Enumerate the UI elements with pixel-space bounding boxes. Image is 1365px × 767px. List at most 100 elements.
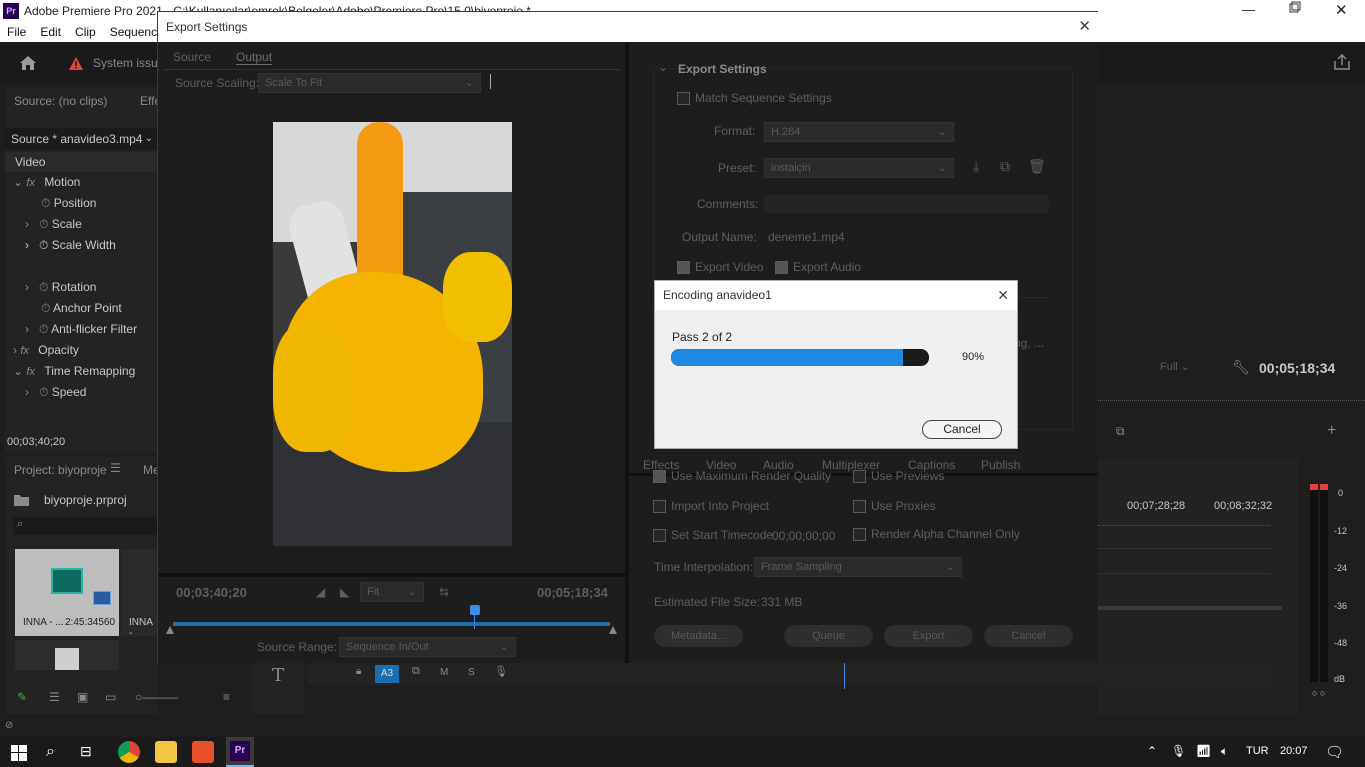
tray-chevron-icon[interactable]: ⌃ <box>1147 744 1157 758</box>
comments-input[interactable] <box>764 195 1049 213</box>
import-project-checkbox[interactable]: Import Into Project <box>653 499 769 514</box>
effect-anchor-point[interactable]: ⏱ Anchor Point <box>5 298 157 319</box>
format-select[interactable]: H.264 ⌄ <box>764 122 954 142</box>
volume-icon[interactable]: 🔈︎ <box>1221 744 1228 759</box>
stopwatch-icon[interactable]: ⏱ <box>39 238 48 252</box>
project-search-input[interactable]: ⌕ <box>13 517 157 535</box>
restore-button[interactable] <box>1289 1 1303 15</box>
tab-source[interactable]: Source <box>173 50 211 64</box>
wifi-icon[interactable]: 📶︎ <box>1196 744 1211 758</box>
system-issue-text[interactable]: System issue <box>93 56 164 70</box>
menu-clip[interactable]: Clip <box>75 25 96 39</box>
use-previews-checkbox[interactable]: Use Previews <box>853 469 944 484</box>
menu-edit[interactable]: Edit <box>40 25 61 39</box>
out-point-marker[interactable] <box>609 626 617 634</box>
task-view-icon[interactable]: ⊟ <box>80 743 92 760</box>
stopwatch-icon[interactable]: ⏱ <box>41 301 50 315</box>
minimize-button[interactable]: — <box>1242 2 1258 17</box>
output-name-link[interactable]: deneme1.mp4 <box>768 230 845 244</box>
type-tool-icon[interactable]: T <box>272 665 284 686</box>
encoding-cancel-button[interactable]: Cancel <box>922 420 1002 439</box>
effect-anti-flicker[interactable]: › ⏱ Anti-flicker Filter <box>5 319 157 340</box>
metadata-button[interactable]: Metadata... <box>654 625 743 647</box>
effect-scale-width[interactable]: › ⏱ Scale Width <box>5 235 157 256</box>
chrome-icon[interactable] <box>118 741 140 763</box>
max-render-checkbox[interactable]: Use Maximum Render Quality <box>653 469 831 484</box>
tab-source[interactable]: Source: (no clips) <box>14 94 107 108</box>
list-view-icon[interactable]: ☰ <box>49 690 60 704</box>
effect-opacity[interactable]: › fx Opacity <box>5 340 157 361</box>
solo-button[interactable]: S <box>468 667 475 678</box>
export-frame-icon[interactable]: ⧉ <box>1116 424 1125 439</box>
aspect-toggle-icon[interactable]: ⇆ <box>439 585 449 599</box>
zoom-slider[interactable]: ○——— <box>135 690 178 704</box>
import-preset-icon[interactable]: ⧉ <box>1000 158 1010 175</box>
preview-playhead[interactable] <box>469 605 480 629</box>
language-indicator[interactable]: TUR <box>1246 745 1269 757</box>
lock-icon[interactable]: 🔒︎ <box>356 666 361 677</box>
menu-sequence[interactable]: Sequence <box>110 25 164 39</box>
playhead-handle[interactable] <box>469 605 480 615</box>
source-select[interactable]: Source * anavideo3.mp4 ⌄ <box>5 128 157 150</box>
track-target-a3[interactable]: A3 <box>375 665 399 683</box>
scrub-bar[interactable] <box>173 622 610 626</box>
in-point-marker[interactable] <box>166 626 174 634</box>
effect-timecode[interactable]: 00;03;40;20 <box>7 436 65 448</box>
source-range-select[interactable]: Sequence In/Out ⌄ <box>339 637 516 657</box>
set-out-icon[interactable]: ◣ <box>340 585 349 599</box>
preview-timecode-left[interactable]: 00;03;40;20 <box>176 585 247 600</box>
export-video-checkbox[interactable]: Export Video <box>677 260 764 275</box>
alpha-only-checkbox[interactable]: Render Alpha Channel Only <box>853 527 1020 542</box>
pencil-icon[interactable]: ✎ <box>17 690 27 704</box>
match-sequence-checkbox[interactable]: Match Sequence Settings <box>677 91 832 106</box>
export-button[interactable]: Export <box>884 625 973 647</box>
add-button-icon[interactable]: + <box>1327 422 1336 440</box>
home-icon[interactable] <box>19 55 37 74</box>
clip-thumbnail-3[interactable] <box>15 640 119 670</box>
close-icon[interactable]: ✕ <box>1078 12 1091 42</box>
collapse-chevron-icon[interactable]: ⌄ <box>658 60 668 74</box>
stopwatch-icon[interactable]: ⏱ <box>41 196 50 210</box>
stopwatch-icon[interactable]: ⏱ <box>39 280 48 294</box>
timeline-playhead[interactable] <box>844 663 845 689</box>
stopwatch-icon[interactable]: ⏱ <box>39 217 48 231</box>
search-icon[interactable]: ⌕ <box>46 743 55 761</box>
program-timecode[interactable]: 00;05;18;34 <box>1259 360 1335 376</box>
effect-speed[interactable]: › ⏱ Speed <box>5 382 157 403</box>
tab-project[interactable]: Project: biyoproje <box>14 463 107 477</box>
close-window-button[interactable]: ✕ <box>1335 1 1348 19</box>
queue-button[interactable]: Queue <box>784 625 873 647</box>
menu-file[interactable]: File <box>7 25 26 39</box>
effect-scale[interactable]: › ⏱ Scale <box>5 214 157 235</box>
share-icon[interactable] <box>1334 53 1350 73</box>
premiere-taskbar-icon[interactable]: Pr <box>226 737 254 767</box>
microphone-tray-icon[interactable]: 🎙︎ <box>1171 744 1186 758</box>
source-scaling-select[interactable]: Scale To Fit ⌄ <box>258 73 481 93</box>
notifications-icon[interactable]: 🗨︎ <box>1325 743 1344 761</box>
stopwatch-icon[interactable]: ⏱ <box>39 385 48 399</box>
use-proxies-checkbox[interactable]: Use Proxies <box>853 499 936 514</box>
toggle-sync-icon[interactable]: ⧉ <box>412 665 420 678</box>
clock[interactable]: 20:07 <box>1280 745 1308 757</box>
effect-time-remapping[interactable]: ⌄ fx Time Remapping <box>5 361 157 382</box>
wrench-icon[interactable]: 🔧︎ <box>1232 359 1250 376</box>
fit-select[interactable]: Fit ⌄ <box>360 582 424 602</box>
sort-icon[interactable]: ≡ <box>223 690 230 704</box>
close-icon[interactable]: ✕ <box>997 281 1009 310</box>
effect-motion[interactable]: ⌄ fx Motion <box>5 172 157 193</box>
delete-preset-icon[interactable]: 🗑︎ <box>1028 158 1046 175</box>
freeform-view-icon[interactable]: ▭ <box>105 690 116 704</box>
tab-publish[interactable]: Publish <box>981 458 1020 472</box>
windows-start-icon[interactable] <box>11 745 27 764</box>
preset-select[interactable]: instaiçin ⌄ <box>764 158 954 178</box>
mute-button[interactable]: M <box>440 667 448 678</box>
timeline-scrollbar[interactable] <box>1098 606 1282 610</box>
quality-select[interactable]: Full ⌄ <box>1154 358 1218 378</box>
office-icon[interactable] <box>192 741 214 763</box>
effect-rotation[interactable]: › ⏱ Rotation <box>5 277 157 298</box>
save-preset-icon[interactable]: ⤓ <box>973 158 979 175</box>
effect-position[interactable]: ⏱ Position <box>5 193 157 214</box>
solo-buttons[interactable]: ○ ○ <box>1312 688 1325 698</box>
set-in-icon[interactable]: ◢ <box>316 585 325 599</box>
start-timecode-checkbox[interactable]: Set Start Timecode <box>653 528 773 543</box>
